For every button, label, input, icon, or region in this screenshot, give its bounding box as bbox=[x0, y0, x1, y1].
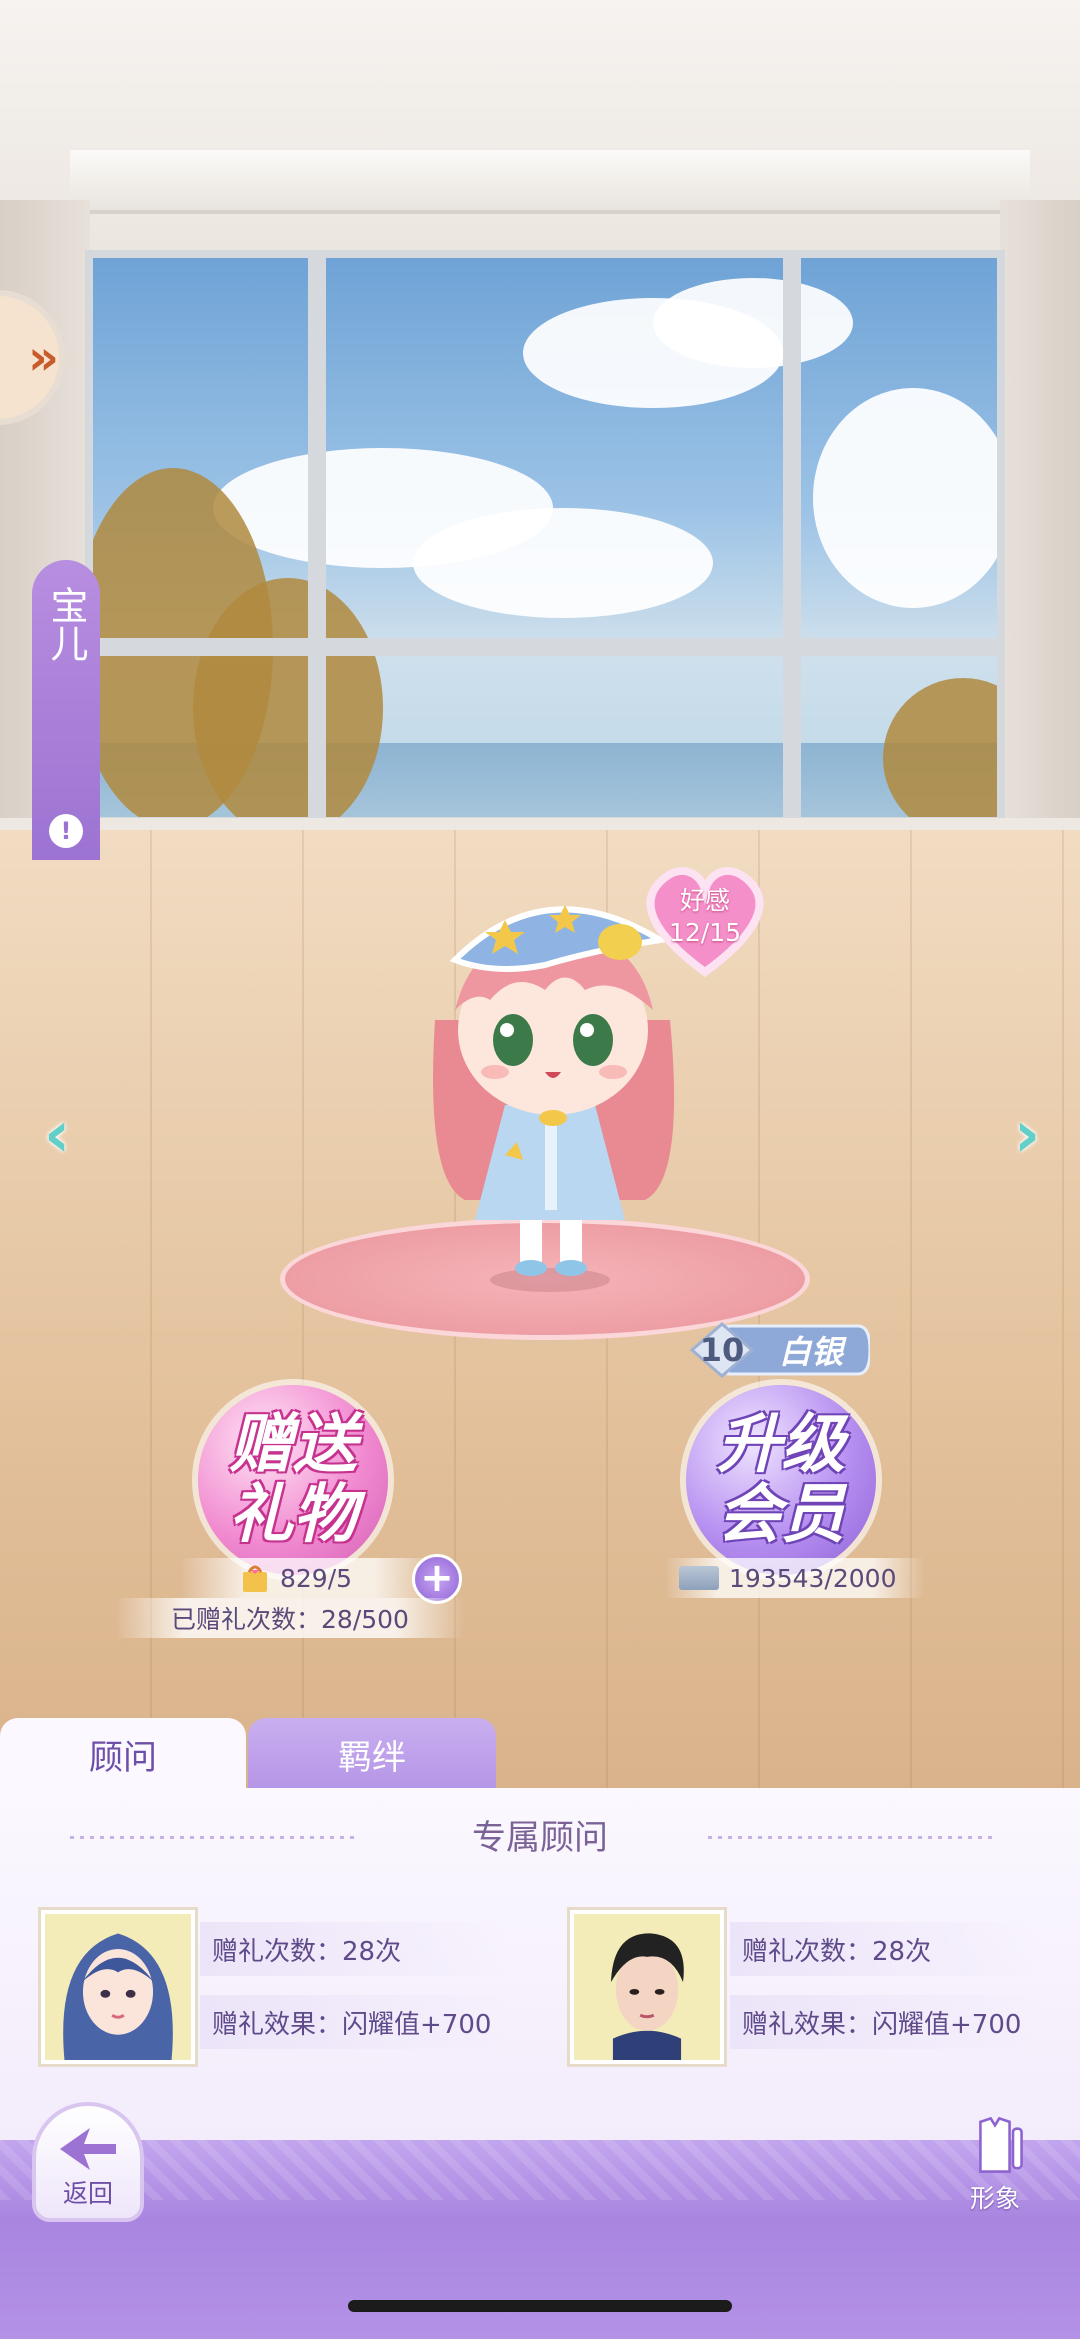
advisor-male-portrait bbox=[574, 1914, 720, 2060]
section-title: 专属顾问 bbox=[472, 1818, 608, 1858]
advisor-gift-effect: 赠礼效果：闪耀值+700 bbox=[200, 1995, 510, 2049]
upgrade-label-line2: 会员 bbox=[717, 1478, 845, 1552]
ceiling-molding bbox=[70, 150, 1030, 214]
advisor-gift-effect: 赠礼效果：闪耀值+700 bbox=[730, 1995, 1040, 2049]
upgrade-membership-button[interactable]: 升级 会员 bbox=[686, 1385, 876, 1575]
cloud bbox=[413, 508, 713, 618]
gift-count: 829/5 bbox=[280, 1563, 353, 1593]
double-chevron-right-icon: » bbox=[27, 329, 59, 386]
back-button[interactable]: 返回 bbox=[32, 2102, 144, 2222]
prev-character-arrow[interactable]: ‹ bbox=[34, 1098, 80, 1172]
rank-level: 10 bbox=[699, 1331, 745, 1369]
gift-bag-icon bbox=[243, 1565, 267, 1592]
tab-bond[interactable]: 羁绊 bbox=[248, 1718, 496, 1790]
appearance-button[interactable]: 形象 bbox=[950, 2115, 1040, 2215]
affection-meter: 好感 12/15 bbox=[650, 885, 760, 949]
send-gift-label-line1: 赠送 bbox=[229, 1408, 357, 1482]
home-indicator[interactable] bbox=[348, 2300, 732, 2312]
advisor-portrait-card[interactable] bbox=[567, 1907, 727, 2067]
next-character-arrow[interactable]: › bbox=[1004, 1098, 1050, 1172]
alert-icon: ! bbox=[49, 814, 83, 848]
cloud bbox=[653, 278, 853, 368]
membership-points-bar: 193543/2000 bbox=[665, 1558, 925, 1598]
window-mullion bbox=[308, 258, 326, 817]
advisor-gift-count: 赠礼次数：28次 bbox=[730, 1922, 1040, 1976]
tree bbox=[193, 578, 383, 817]
character-name: 宝儿 bbox=[44, 586, 88, 662]
outfit-icon bbox=[979, 2116, 1023, 2173]
back-label: 返回 bbox=[62, 2179, 113, 2208]
room-window bbox=[85, 250, 1005, 825]
rank-name: 白银 bbox=[778, 1333, 843, 1371]
advisor-female-portrait bbox=[45, 1914, 191, 2060]
add-gift-button[interactable]: + bbox=[412, 1554, 462, 1604]
gift-count-bar: 829/5 bbox=[180, 1558, 440, 1598]
footer-pattern bbox=[0, 2140, 1080, 2200]
membership-points: 193543/2000 bbox=[729, 1563, 897, 1593]
window-mullion bbox=[783, 258, 801, 817]
window-transom bbox=[93, 638, 997, 656]
cloud bbox=[813, 388, 997, 608]
back-arrow-icon bbox=[60, 2128, 116, 2170]
upgrade-label-line1: 升级 bbox=[717, 1408, 845, 1482]
member-card-icon bbox=[679, 1566, 719, 1590]
send-gift-label-line2: 礼物 bbox=[229, 1478, 357, 1552]
tab-advisor[interactable]: 顾问 bbox=[0, 1718, 246, 1790]
advisor-gift-count: 赠礼次数：28次 bbox=[200, 1922, 510, 1976]
advisor-portrait-card[interactable] bbox=[38, 1907, 198, 2067]
appearance-label: 形象 bbox=[969, 2184, 1020, 2213]
gifts-given-count: 已赠礼次数：28/500 bbox=[115, 1598, 465, 1638]
right-wall bbox=[1000, 200, 1080, 840]
send-gift-button[interactable]: 赠送 礼物 bbox=[198, 1385, 388, 1575]
tree bbox=[883, 678, 997, 817]
affection-label: 好感 bbox=[679, 886, 730, 915]
affection-value: 12/15 bbox=[668, 918, 742, 947]
character-name-tab[interactable]: 宝儿 ! bbox=[32, 560, 100, 860]
